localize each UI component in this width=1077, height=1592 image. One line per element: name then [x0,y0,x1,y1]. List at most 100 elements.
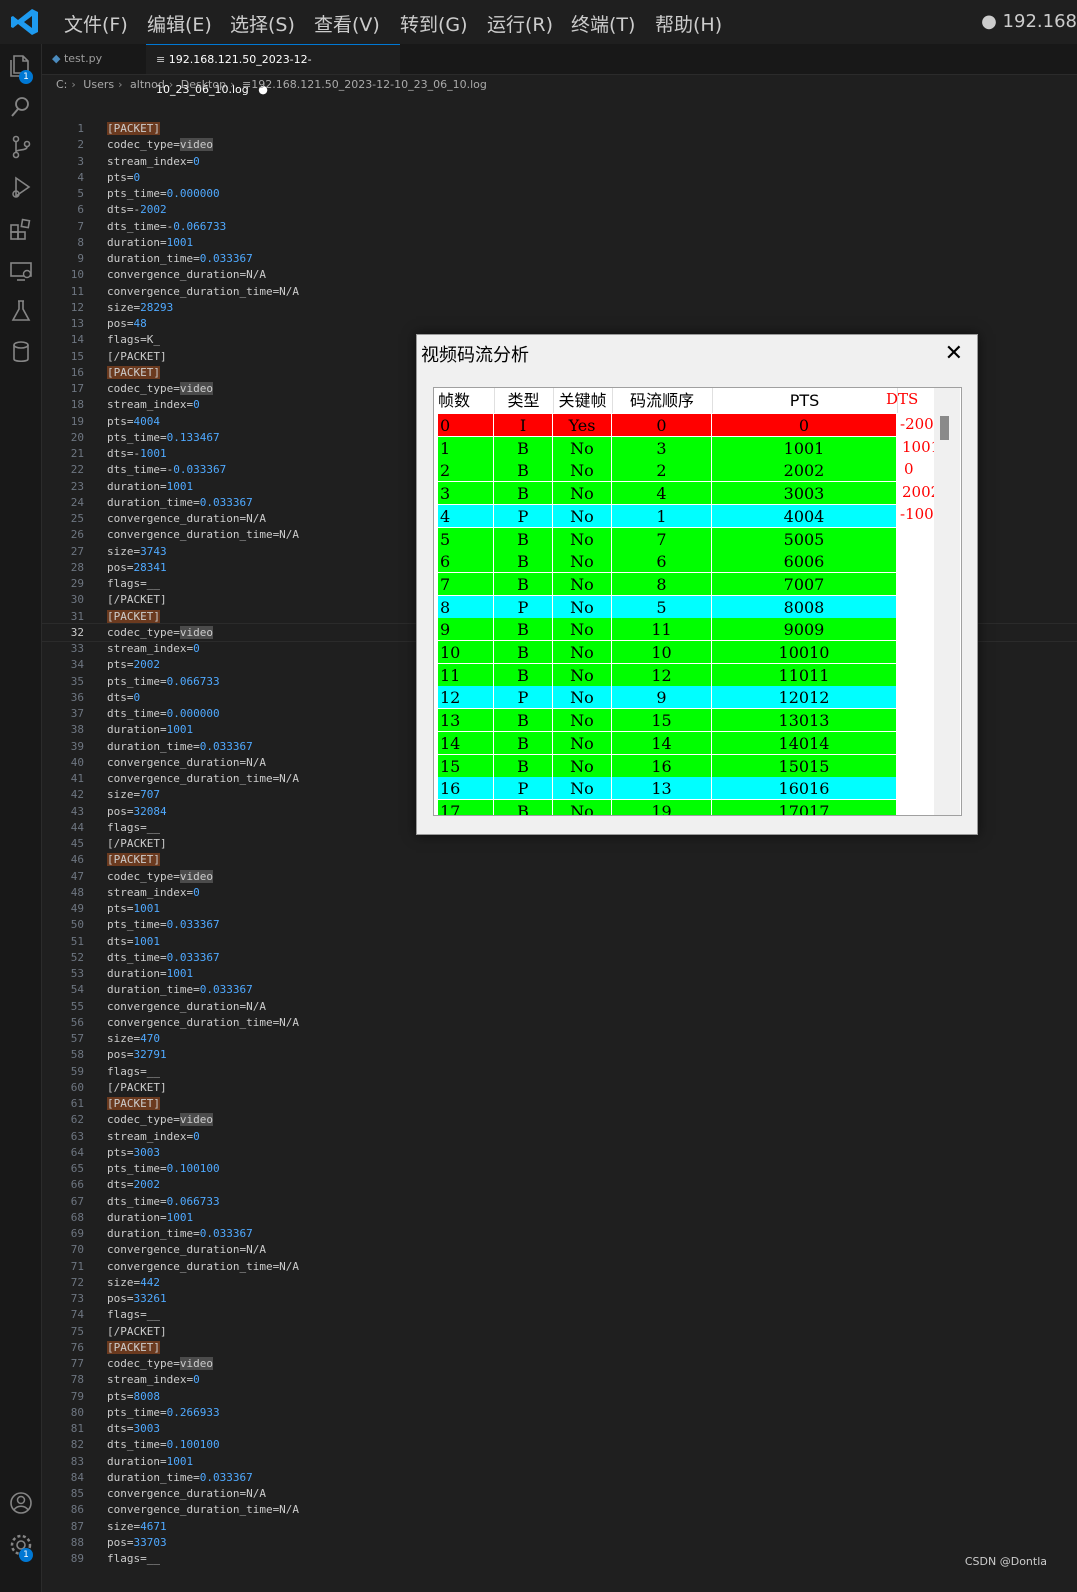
search-icon[interactable] [8,94,34,120]
code-line[interactable]: 51 dts=1001 [42,934,1077,950]
code-line[interactable]: 58 pos=32791 [42,1047,1077,1063]
column-header[interactable]: 关键帧 [553,388,613,413]
table-row[interactable]: 11 B No 12 11011 [438,663,897,686]
code-line[interactable]: 5 pts_time=0.000000 [42,186,1077,202]
code-line[interactable]: 49 pts=1001 [42,901,1077,917]
code-line[interactable]: 65 pts_time=0.100100 [42,1161,1077,1177]
menu-item[interactable]: 查看(V) [314,10,380,37]
scrollbar-thumb[interactable] [940,416,949,440]
code-line[interactable]: 60 [/PACKET] [42,1080,1077,1096]
tab-test-py[interactable]: ◆ test.py [42,44,142,74]
code-line[interactable]: 63 stream_index=0 [42,1129,1077,1145]
tab-log-file[interactable]: ≡ 192.168.121.50_2023-12-10_23_06_10.log… [146,44,400,96]
code-line[interactable]: 1 [PACKET] [42,121,1077,137]
code-line[interactable]: 46 [PACKET] [42,852,1077,868]
menu-item[interactable]: 选择(S) [230,10,295,37]
code-line[interactable]: 55 convergence_duration=N/A [42,999,1077,1015]
table-row[interactable]: 2 B No 2 2002 [438,459,897,482]
table-row[interactable]: 4 P No 1 4004 [438,504,897,527]
code-line[interactable]: 13 pos=48 [42,316,1077,332]
code-line[interactable]: 7 dts_time=-0.066733 [42,219,1077,235]
code-line[interactable]: 59 flags=__ [42,1064,1077,1080]
menu-item[interactable]: 转到(G) [400,10,468,37]
database-icon[interactable] [8,339,34,365]
code-line[interactable]: 83 duration=1001 [42,1454,1077,1470]
code-line[interactable]: 9 duration_time=0.033367 [42,251,1077,267]
code-line[interactable]: 11 convergence_duration_time=N/A [42,284,1077,300]
code-line[interactable]: 66 dts=2002 [42,1177,1077,1193]
code-line[interactable]: 57 size=470 [42,1031,1077,1047]
code-line[interactable]: 85 convergence_duration=N/A [42,1486,1077,1502]
menu-item[interactable]: 文件(F) [64,10,128,37]
code-line[interactable]: 61 [PACKET] [42,1096,1077,1112]
remote-host-label[interactable]: ● 192.168 [981,11,1077,32]
table-row[interactable]: 0 I Yes 0 0 [438,414,897,436]
code-line[interactable]: 10 convergence_duration=N/A [42,267,1077,283]
code-line[interactable]: 79 pts=8008 [42,1389,1077,1405]
code-line[interactable]: 82 dts_time=0.100100 [42,1437,1077,1453]
column-header[interactable]: 帧数 [438,388,495,413]
code-line[interactable]: 45 [/PACKET] [42,836,1077,852]
breadcrumb-item[interactable]: Users [83,74,114,96]
vscode-logo-icon[interactable] [10,7,40,37]
code-line[interactable]: 89 flags=__ [42,1551,1077,1567]
close-icon[interactable]: ✕ [945,341,963,366]
breadcrumb-item[interactable]: Desktop [181,74,226,96]
code-line[interactable]: 81 dts=3003 [42,1421,1077,1437]
code-line[interactable]: 56 convergence_duration_time=N/A [42,1015,1077,1031]
table-row[interactable]: 3 B No 4 3003 [438,482,897,505]
code-line[interactable]: 70 convergence_duration=N/A [42,1242,1077,1258]
remote-explorer-icon[interactable] [8,258,34,284]
code-line[interactable]: 2 codec_type=video [42,137,1077,153]
code-line[interactable]: 4 pts=0 [42,170,1077,186]
frame-table[interactable]: 帧数 类型 关键帧 码流顺序 PTS DTS 0 I Yes 0 0 1 B No 3 1001 2… [433,387,962,816]
code-line[interactable]: 72 size=442 [42,1275,1077,1291]
testing-icon[interactable] [8,298,34,324]
breadcrumb-item[interactable]: C: [56,74,67,96]
code-line[interactable]: 68 duration=1001 [42,1210,1077,1226]
table-row[interactable]: 8 P No 5 8008 [438,595,897,618]
run-debug-icon[interactable] [8,174,34,200]
extensions-icon[interactable] [8,216,34,242]
code-line[interactable]: 69 duration_time=0.033367 [42,1226,1077,1242]
table-row[interactable]: 15 B No 16 15015 [438,754,897,777]
code-line[interactable]: 74 flags=__ [42,1307,1077,1323]
table-row[interactable]: 5 B No 7 5005 [438,527,897,550]
code-line[interactable]: 12 size=28293 [42,300,1077,316]
account-icon[interactable] [8,1490,34,1516]
code-line[interactable]: 78 stream_index=0 [42,1372,1077,1388]
code-line[interactable]: 88 pos=33703 [42,1535,1077,1551]
code-line[interactable]: 52 dts_time=0.033367 [42,950,1077,966]
table-row[interactable]: 7 B No 8 7007 [438,572,897,595]
table-row[interactable]: 1 B No 3 1001 [438,436,897,459]
code-line[interactable]: 87 size=4671 [42,1519,1077,1535]
column-header[interactable]: 类型 [494,388,554,413]
column-header[interactable]: PTS [712,388,898,413]
code-line[interactable]: 75 [/PACKET] [42,1324,1077,1340]
table-row[interactable]: 17 B No 19 17017 [438,799,897,815]
table-row[interactable]: 9 B No 11 9009 [438,618,897,641]
code-line[interactable]: 73 pos=33261 [42,1291,1077,1307]
code-line[interactable]: 54 duration_time=0.033367 [42,982,1077,998]
table-row[interactable]: 14 B No 14 14014 [438,731,897,754]
code-line[interactable]: 3 stream_index=0 [42,154,1077,170]
code-line[interactable]: 84 duration_time=0.033367 [42,1470,1077,1486]
source-control-icon[interactable] [8,134,34,160]
table-row[interactable]: 6 B No 6 6006 [438,550,897,573]
menu-item[interactable]: 编辑(E) [147,10,212,37]
code-line[interactable]: 48 stream_index=0 [42,885,1077,901]
table-row[interactable]: 10 B No 10 10010 [438,641,897,663]
code-line[interactable]: 64 pts=3003 [42,1145,1077,1161]
menu-item[interactable]: 终端(T) [571,10,635,37]
breadcrumb-item[interactable]: altnod [130,74,165,96]
breadcrumb-item[interactable]: 192.168.121.50_2023-12-10_23_06_10.log [251,74,487,96]
code-line[interactable]: 62 codec_type=video [42,1112,1077,1128]
code-line[interactable]: 77 codec_type=video [42,1356,1077,1372]
menu-item[interactable]: 运行(R) [487,10,553,37]
code-line[interactable]: 76 [PACKET] [42,1340,1077,1356]
menu-item[interactable]: 帮助(H) [655,10,722,37]
code-line[interactable]: 47 codec_type=video [42,869,1077,885]
code-line[interactable]: 50 pts_time=0.033367 [42,917,1077,933]
code-line[interactable]: 86 convergence_duration_time=N/A [42,1502,1077,1518]
code-line[interactable]: 71 convergence_duration_time=N/A [42,1259,1077,1275]
